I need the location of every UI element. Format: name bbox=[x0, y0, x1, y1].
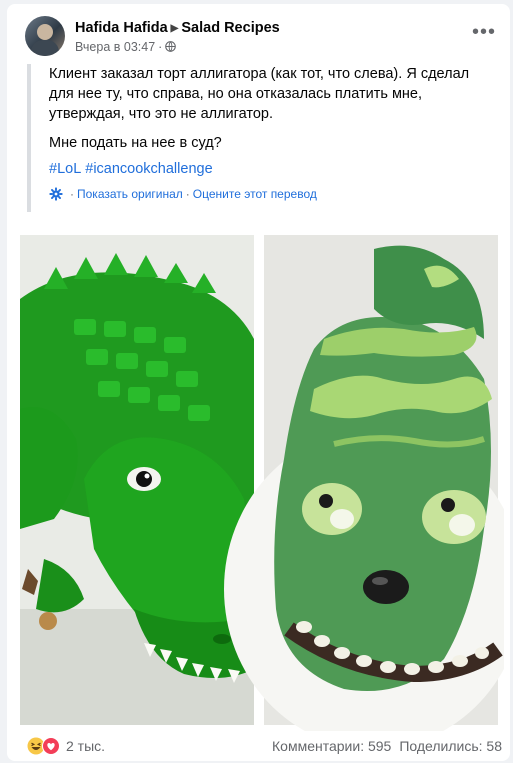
avatar[interactable] bbox=[25, 16, 65, 56]
more-options-icon[interactable]: ••• bbox=[468, 16, 500, 48]
right-cake-photo bbox=[224, 235, 504, 731]
hashtag-lol[interactable]: #LoL bbox=[49, 161, 81, 177]
hashtags: #LoL #icancookchallenge bbox=[49, 159, 489, 179]
shares-count[interactable]: Поделились: 58 bbox=[399, 738, 502, 754]
reaction-count: 2 тыс. bbox=[66, 738, 106, 754]
left-cake-photo bbox=[20, 235, 254, 725]
translated-text-block: Клиент заказал торт аллигатора (как тот,… bbox=[27, 64, 489, 212]
gear-icon bbox=[49, 187, 63, 201]
post-meta: Вчера в 03:47 · bbox=[75, 40, 177, 54]
show-original-link[interactable]: Показать оригинал bbox=[77, 187, 183, 201]
post-timestamp[interactable]: Вчера в 03:47 bbox=[75, 40, 155, 54]
post-text: Клиент заказал торт аллигатора (как тот,… bbox=[49, 66, 470, 122]
group-name[interactable]: Salad Recipes bbox=[181, 20, 279, 36]
love-icon bbox=[42, 737, 60, 755]
post-question: Мне подать на нее в суд? bbox=[49, 135, 222, 151]
post-header: Hafida Hafida ▶ Salad Recipes Вчера в 03:4… bbox=[25, 16, 500, 60]
comments-count[interactable]: Комментарии: 595 bbox=[272, 738, 391, 754]
caret-right-icon: ▶ bbox=[170, 23, 179, 34]
author-line: Hafida Hafida ▶ Salad Recipes bbox=[75, 20, 280, 36]
post-card: Hafida Hafida ▶ Salad Recipes Вчера в 03:4… bbox=[7, 4, 510, 761]
hashtag-icancookchallenge[interactable]: #icancookchallenge bbox=[85, 161, 212, 177]
translation-row: · Показать оригинал · Оцените этот перевод bbox=[49, 187, 489, 201]
engagement-counts: Комментарии: 595 Поделились: 58 bbox=[272, 738, 502, 754]
globe-icon bbox=[165, 41, 177, 52]
author-name[interactable]: Hafida Hafida bbox=[75, 20, 168, 36]
reactions-summary[interactable]: 2 тыс. bbox=[27, 737, 105, 755]
post-footer: 2 тыс. Комментарии: 595 Поделились: 58 bbox=[27, 737, 502, 757]
rate-translation-link[interactable]: Оцените этот перевод bbox=[193, 187, 317, 201]
post-image[interactable] bbox=[14, 229, 504, 731]
